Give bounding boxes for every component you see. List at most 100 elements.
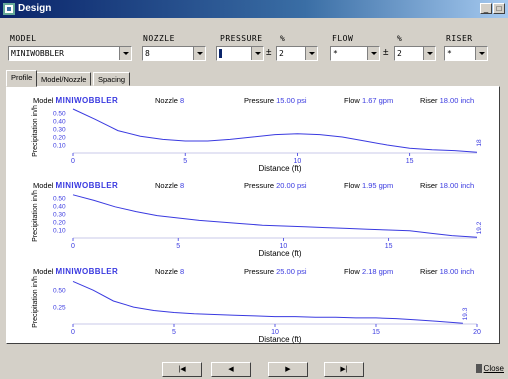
nozzle-caption: Nozzle — [155, 96, 178, 105]
riser-label: RISER — [446, 34, 473, 43]
pressure-caption: Pressure — [244, 96, 275, 105]
x-tick-label: 15 — [385, 243, 393, 250]
riser-value: 18.00 inch — [439, 181, 475, 190]
flow-caption: Flow — [344, 267, 360, 276]
chart-2-flow: Flow 1.95 gpm — [344, 181, 393, 190]
y-tick-label: 0.20 — [53, 220, 66, 227]
radius-end-label: 19.2 — [476, 221, 483, 234]
nozzle-label: NOZZLE — [143, 34, 175, 43]
plus-minus-sign: ± — [266, 47, 272, 58]
tab-spacing[interactable]: Spacing — [93, 72, 131, 86]
tab-profile[interactable]: Profile — [6, 70, 38, 87]
riser-select-value: * — [447, 49, 452, 58]
chevron-down-icon[interactable] — [119, 47, 131, 60]
y-tick-label: 0.50 — [53, 288, 66, 295]
y-tick-label: 0.30 — [53, 127, 66, 134]
pressure-caption: Pressure — [244, 181, 275, 190]
chart-3-pressure: Pressure 25.00 psi — [244, 267, 307, 276]
y-tick-label: 0.30 — [53, 212, 66, 219]
model-caption: Model — [33, 96, 54, 105]
chevron-down-icon[interactable] — [305, 47, 317, 60]
radius-end-label: 18 — [476, 139, 483, 147]
chart-2-pressure: Pressure 20.00 psi — [244, 181, 307, 190]
riser-caption: Riser — [420, 96, 438, 105]
model-value: MINIWOBBLER — [55, 96, 119, 105]
pressure-percent-select[interactable]: 2 — [276, 46, 318, 61]
navigation-bar: |◀ ◀ ▶ ▶| Close — [0, 362, 508, 379]
flow-select[interactable]: * — [330, 46, 380, 61]
nozzle-select[interactable]: 8 — [142, 46, 206, 61]
pressure-caption: Pressure — [244, 267, 275, 276]
pressure-select[interactable] — [216, 46, 264, 61]
precipitation-chart-2: Precipitation in/h 0.100.200.300.400.50 0 5… — [32, 190, 483, 258]
chart-3-riser: Riser 18.00 inch — [420, 267, 474, 276]
minimize-button[interactable]: _ — [480, 3, 492, 14]
model-select-value: MINIWOBBLER — [11, 49, 64, 58]
model-caption: Model — [33, 181, 54, 190]
radius-end-label: 19.3 — [462, 307, 469, 320]
title-bar: Design _ □ — [0, 0, 508, 18]
chart-3-nozzle: Nozzle 8 — [155, 267, 184, 276]
plus-minus-sign: ± — [383, 47, 389, 58]
flow-select-value: * — [333, 49, 338, 58]
model-caption: Model — [33, 267, 54, 276]
model-select[interactable]: MINIWOBBLER — [8, 46, 132, 61]
tab-model-nozzle[interactable]: Model/Nozzle — [36, 72, 92, 86]
flow-label: FLOW — [332, 34, 354, 43]
x-axis-label: Distance (ft) — [258, 335, 301, 344]
close-button[interactable]: Close — [464, 362, 504, 377]
chart-1-pressure: Pressure 15.00 psi — [244, 96, 307, 105]
y-tick-label: 0.10 — [53, 143, 66, 150]
precipitation-line — [72, 108, 478, 153]
chart-2-nozzle: Nozzle 8 — [155, 181, 184, 190]
x-tick-label: 5 — [183, 158, 187, 165]
pressure-label: PRESSURE — [220, 34, 263, 43]
chart-1-riser: Riser 18.00 inch — [420, 96, 474, 105]
x-tick-label: 5 — [176, 243, 180, 250]
x-tick-label: 20 — [473, 329, 481, 336]
next-record-button[interactable]: ▶ — [268, 362, 308, 377]
model-value: MINIWOBBLER — [55, 267, 119, 276]
pressure-value: 20.00 psi — [276, 181, 307, 190]
previous-record-button[interactable]: ◀ — [211, 362, 251, 377]
pressure-value: 25.00 psi — [276, 267, 307, 276]
riser-value: 18.00 inch — [439, 267, 475, 276]
maximize-button[interactable]: □ — [493, 3, 505, 14]
y-tick-label: 0.10 — [53, 228, 66, 235]
chart-3-flow: Flow 2.18 gpm — [344, 267, 393, 276]
window-title: Design — [18, 3, 52, 14]
chevron-down-icon[interactable] — [367, 47, 379, 60]
riser-caption: Riser — [420, 181, 438, 190]
flow-caption: Flow — [344, 181, 360, 190]
text-cursor — [219, 49, 222, 58]
chart-2-model: Model MINIWOBBLER — [33, 181, 118, 190]
x-tick-label: 0 — [71, 158, 75, 165]
last-record-button[interactable]: ▶| — [324, 362, 364, 377]
chevron-down-icon[interactable] — [251, 47, 263, 60]
riser-select[interactable]: * — [444, 46, 488, 61]
chevron-down-icon[interactable] — [475, 47, 487, 60]
profile-panel: Model MINIWOBBLER Nozzle 8 Pressure 15.0… — [6, 86, 500, 344]
x-tick-label: 0 — [71, 329, 75, 336]
precipitation-line — [72, 280, 463, 324]
nozzle-value: 8 — [180, 181, 185, 190]
chevron-down-icon[interactable] — [423, 47, 435, 60]
first-record-button[interactable]: |◀ — [162, 362, 202, 377]
precipitation-line — [72, 194, 478, 238]
nozzle-value: 8 — [180, 267, 185, 276]
x-tick-label: 5 — [172, 329, 176, 336]
chart-2-riser: Riser 18.00 inch — [420, 181, 474, 190]
chevron-down-icon[interactable] — [193, 47, 205, 60]
flow-percent-value: 2 — [397, 49, 402, 58]
y-tick-label: 0.50 — [53, 111, 66, 118]
door-icon — [475, 364, 482, 374]
flow-value: 1.95 gpm — [361, 181, 394, 190]
y-axis-label: Precipitation in/h — [32, 105, 39, 157]
nozzle-select-value: 8 — [145, 49, 150, 58]
x-axis-label: Distance (ft) — [258, 249, 301, 258]
chart-1-nozzle: Nozzle 8 — [155, 96, 184, 105]
precipitation-chart-1: Precipitation in/h 0.100.200.300.400.50 0 5… — [32, 105, 483, 173]
pressure-value: 15.00 psi — [276, 96, 307, 105]
close-label: Close — [483, 364, 504, 373]
flow-percent-select[interactable]: 2 — [394, 46, 436, 61]
